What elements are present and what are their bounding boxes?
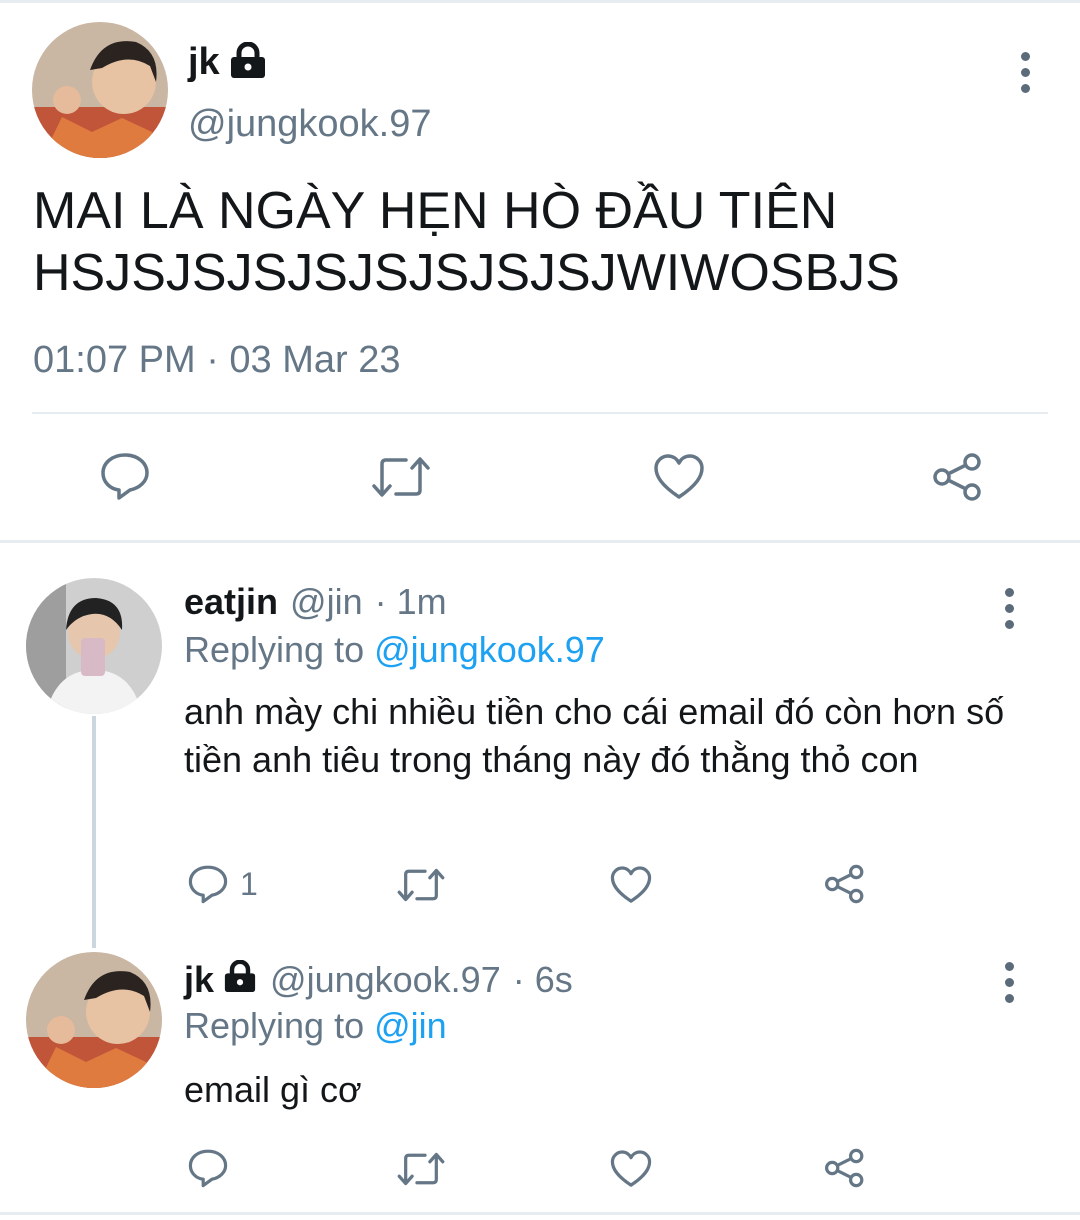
reply-icon [188, 865, 228, 904]
top-divider [0, 0, 1080, 3]
reply-handle[interactable]: @jin [290, 580, 363, 624]
reply-icon [101, 453, 149, 500]
reply-header: eatjin @jin · 1m [184, 580, 447, 624]
main-tweet-line-2: HSJSJSJSJSJSJSJSJSJWIWOSBJS [33, 244, 900, 302]
main-tweet-line-1: MAI LÀ NGÀY HẸN HÒ ĐẦU TIÊN [33, 182, 838, 240]
reply-time: · 6s [512, 959, 573, 1000]
share-button[interactable] [824, 864, 866, 904]
thread-line [92, 716, 96, 948]
retweet-button[interactable] [396, 1150, 446, 1188]
share-icon [825, 1148, 864, 1188]
retweet-icon [372, 457, 430, 497]
reply-text: email gì cơ [184, 1069, 362, 1110]
main-timestamp: 01:07 PM · 03 Mar 23 [33, 339, 401, 381]
main-display-name: jk [188, 41, 220, 83]
replying-to-label: Replying to [184, 629, 365, 670]
replying-to-mention[interactable]: @jungkook.97 [374, 629, 605, 670]
bottom-divider [0, 1212, 1080, 1215]
divider [32, 412, 1048, 414]
retweet-button[interactable] [396, 866, 446, 904]
replying-to-label: Replying to [184, 1005, 365, 1046]
replying-to: Replying to @jungkook.97 [184, 628, 605, 672]
reply-display-name[interactable]: jk [184, 958, 214, 1002]
reply-button[interactable] [188, 1148, 228, 1188]
avatar-image [32, 22, 168, 158]
retweet-icon [397, 868, 445, 902]
share-icon [825, 864, 864, 904]
avatar[interactable] [26, 578, 162, 714]
like-icon [610, 1150, 652, 1187]
reply-handle[interactable]: @jungkook.97 [270, 958, 501, 1002]
lock-icon [228, 41, 268, 83]
reply-time: · 1m [374, 581, 447, 622]
avatar-image [26, 578, 162, 714]
main-handle: @jungkook.97 [188, 103, 432, 145]
retweet-button[interactable] [370, 454, 432, 500]
more-vertical-icon[interactable] [1004, 588, 1014, 629]
reply-icon [188, 1149, 228, 1188]
avatar[interactable] [32, 22, 168, 158]
share-button[interactable] [824, 1148, 866, 1188]
share-icon [933, 453, 981, 501]
reply-text: anh mày chi nhiều tiền cho cái email đó … [184, 691, 1005, 780]
more-vertical-icon[interactable] [1020, 52, 1030, 93]
avatar-image [26, 952, 162, 1088]
like-button[interactable] [610, 866, 652, 904]
reply-count: 1 [240, 865, 258, 902]
main-tweet-text: MAI LÀ NGÀY HẸN HÒ ĐẦU TIÊN HSJSJSJSJSJS… [33, 180, 1043, 304]
like-icon [610, 866, 652, 903]
replying-to-mention[interactable]: @jin [374, 1005, 447, 1046]
replying-to: Replying to @jin [184, 1004, 447, 1048]
like-button[interactable] [610, 1150, 652, 1188]
share-button[interactable] [932, 452, 984, 502]
more-vertical-icon[interactable] [1004, 962, 1014, 1003]
reply-header: jk @jungkook.97 · 6s [184, 958, 573, 1002]
like-icon [654, 454, 704, 499]
avatar[interactable] [26, 952, 162, 1088]
retweet-icon [397, 1152, 445, 1186]
lock-icon [222, 958, 258, 1002]
reply-button[interactable]: 1 [188, 864, 258, 904]
reply-button[interactable] [100, 452, 150, 500]
like-button[interactable] [653, 454, 705, 500]
reply-display-name[interactable]: eatjin [184, 580, 278, 624]
main-author[interactable]: jk [188, 38, 268, 86]
section-divider [0, 540, 1080, 543]
